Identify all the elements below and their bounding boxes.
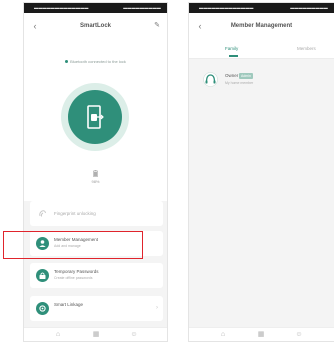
connection-hint-text: Bluetooth connected to the lock [70,59,126,64]
battery-level: 98% [91,179,100,184]
page-title: Member Management [230,23,293,29]
status-bar-left: ▬▬▬▬▬▬▬▬▬▬▬▬▬ [199,5,254,10]
lock-home-screen: ▬▬▬▬▬▬▬▬▬▬▬▬▬ ▬▬▬▬▬▬▬▬▬ ‹ SmartLock ✎ Bl… [23,2,168,342]
status-bar: ▬▬▬▬▬▬▬▬▬▬▬▬▬ ▬▬▬▬▬▬▬▬▬ [189,3,334,13]
back-arrow-icon[interactable]: ‹ [195,20,205,32]
avatar-icon [203,72,218,87]
page-title: SmartLock [79,23,111,29]
chevron-right-icon: › [156,305,158,311]
lock-status-card: Bluetooth connected to the lock 98% [24,41,167,201]
menu-item-label: Smart Linkage [54,302,84,307]
status-bar-left: ▬▬▬▬▬▬▬▬▬▬▬▬▬ [34,5,89,10]
unlock-button[interactable] [68,90,122,144]
nav-recents-icon[interactable]: ▦ [257,331,265,339]
menu-item-sub: Create offline passwords [54,276,93,280]
nav-home-icon[interactable]: ⌂ [219,331,227,339]
menu-item-label: Fingerprint unlocking [54,211,96,216]
bottom-nav: ⌂ ▦ ☺ [24,327,167,341]
member-tabs: Family Members [189,41,334,59]
status-bar-right: ▬▬▬▬▬▬▬▬▬ [290,5,328,10]
battery-icon [93,170,98,177]
title-bar: ‹ Member Management [189,13,334,41]
fingerprint-icon [36,207,49,220]
highlight-box [3,231,143,259]
menu-item-label: Temporary Passwords [54,269,99,274]
bluetooth-dot-icon [65,60,69,64]
menu-item-temporary-passwords[interactable]: Temporary Passwords Create offline passw… [30,263,163,288]
title-bar: ‹ SmartLock ✎ [24,13,167,41]
nav-profile-icon[interactable]: ☺ [130,331,138,339]
nav-recents-icon[interactable]: ▦ [92,331,100,339]
tab-family[interactable]: Family [225,46,238,52]
member-management-screen: ▬▬▬▬▬▬▬▬▬▬▬▬▬ ▬▬▬▬▬▬▬▬▬ ‹ Member Managem… [188,2,334,342]
member-name: Owner [225,73,239,78]
door-unlock-icon [87,105,104,129]
unlock-button-halo [61,83,129,151]
nav-home-icon[interactable]: ⌂ [54,331,62,339]
menu-item-smart-linkage[interactable]: Smart Linkage › [30,296,163,321]
back-arrow-icon[interactable]: ‹ [30,20,40,32]
bottom-nav: ⌂ ▦ ☺ [189,327,334,341]
member-subtitle: My home member [225,81,254,85]
tab-members[interactable]: Members [297,46,316,52]
member-list-item[interactable]: Owner Admin My home member [189,65,334,95]
status-bar-right: ▬▬▬▬▬▬▬▬▬ [123,5,161,10]
password-icon [36,269,49,282]
menu-item-fingerprint[interactable]: Fingerprint unlocking [30,201,163,226]
connection-hint: Bluetooth connected to the lock [24,59,167,65]
active-tab-indicator [229,55,238,57]
edit-icon[interactable]: ✎ [152,20,162,32]
linkage-icon [36,302,49,315]
status-bar: ▬▬▬▬▬▬▬▬▬▬▬▬▬ ▬▬▬▬▬▬▬▬▬ [24,3,167,13]
member-role-badge: Admin [239,73,253,79]
nav-profile-icon[interactable]: ☺ [295,331,303,339]
